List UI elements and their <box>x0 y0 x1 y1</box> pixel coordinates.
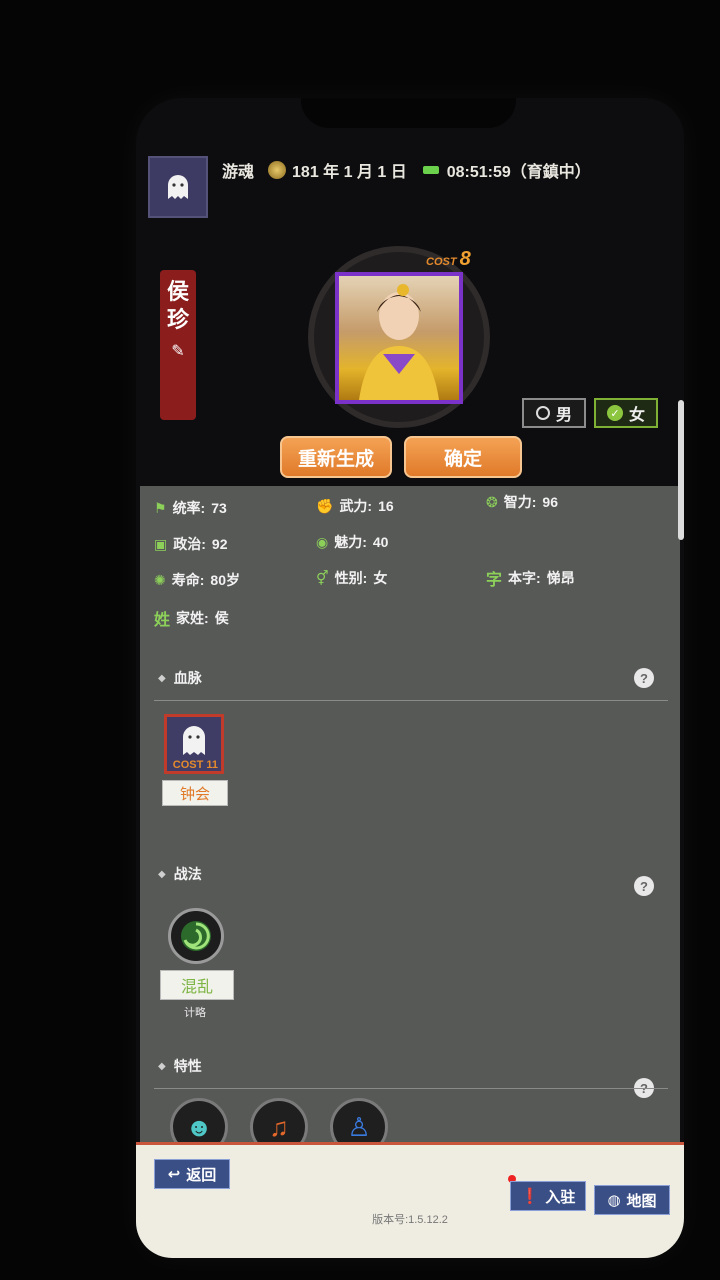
regenerate-button[interactable]: 重新生成 <box>280 436 392 478</box>
name-banner[interactable]: 侯 珍 ✎ <box>160 270 196 420</box>
stat-command: ⚑ 统率: 73 <box>154 499 227 517</box>
section-traits: ◆ 特性 <box>158 1058 202 1074</box>
back-arrow-icon: ↩ <box>167 1166 181 1183</box>
bottom-bar: ↩ 返回 ❗ 入驻 ◍ 地图 版本号:1.5.12.2 <box>136 1142 684 1258</box>
zi-glyph: 字 <box>486 572 503 589</box>
player-avatar[interactable] <box>148 156 208 218</box>
longevity-icon: ✺ <box>154 571 166 588</box>
gender-female-option[interactable]: ✓ 女 <box>594 398 658 428</box>
ghost-icon <box>168 175 188 199</box>
player-name: 游魂 <box>222 164 255 181</box>
map-icon: ◍ <box>607 1192 621 1209</box>
divider <box>154 700 668 701</box>
character-portrait <box>335 272 463 404</box>
confirm-button[interactable]: 确定 <box>404 436 522 478</box>
section-tactics: ◆ 战法 <box>158 866 202 882</box>
exclamation-icon: ❗ <box>520 1188 540 1205</box>
eye-icon: ◉ <box>316 533 329 550</box>
cost-badge: COST 8 <box>426 248 471 270</box>
bloodline-cost: COST 11 <box>172 759 218 771</box>
game-date: 181 年 1 月 1 日 <box>292 164 407 181</box>
diamond-icon: ◆ <box>158 672 166 684</box>
xing-glyph: 姓 <box>154 612 171 629</box>
bloodline-name-label[interactable]: 钟会 <box>162 780 228 806</box>
edit-pen-icon[interactable]: ✎ <box>171 338 184 366</box>
diamond-icon: ◆ <box>158 868 166 880</box>
name-char-2: 珍 <box>166 307 189 332</box>
stat-charm: ◉ 魅力: 40 <box>316 533 389 551</box>
tactic-type: 计略 <box>184 1007 206 1019</box>
notch <box>301 98 516 128</box>
bloodline-card[interactable]: COST 11 <box>164 714 224 774</box>
stat-family-name: 姓 家姓: 侯 <box>154 606 229 630</box>
tactic-name-label[interactable]: 混乱 <box>160 970 234 1000</box>
stat-intellect: ❂ 智力: 96 <box>486 493 558 511</box>
stat-lifespan: ✺ 寿命: 80岁 <box>154 571 240 589</box>
fist-icon: ✊ <box>316 497 334 514</box>
tactic-icon[interactable] <box>168 908 224 964</box>
document-icon: ▣ <box>154 535 168 552</box>
scrollbar[interactable] <box>678 400 684 540</box>
cost-value: 8 <box>459 248 471 270</box>
diamond-icon: ◆ <box>158 1060 166 1072</box>
radio-checked-icon: ✓ <box>606 405 623 421</box>
tactics-help-icon[interactable]: ? <box>634 876 654 896</box>
gender-male-option[interactable]: 男 <box>522 398 586 428</box>
game-time: 08:51:59（育鎮中） <box>446 164 591 181</box>
gender-icon: ⚥ <box>316 569 329 586</box>
phone-screen: 游魂 181 年 1 月 1 日 08:51:59（育鎮中） 侯 珍 ✎ COS… <box>136 98 684 1258</box>
stat-politics: ▣ 政治: 92 <box>154 535 228 553</box>
coin-icon <box>268 161 287 179</box>
attribute-panel: ⚑ 统率: 73 ✊ 武力: 16 ❂ 智力: 96 ▣ 政治: 92 ◉ 魅力: 40 … <box>140 486 680 1156</box>
bloodline-help-icon[interactable]: ? <box>634 668 654 688</box>
flag-icon: ⚑ <box>154 499 167 516</box>
brain-icon: ❂ <box>486 493 498 510</box>
stat-courtesy-name: 字 本字: 悌昂 <box>486 566 575 590</box>
divider <box>154 1088 668 1089</box>
swirl-icon <box>181 921 211 951</box>
character-figure <box>359 284 439 400</box>
back-button[interactable]: ↩ 返回 <box>154 1159 230 1189</box>
stat-force: ✊ 武力: 16 <box>316 497 394 515</box>
section-bloodline: ◆ 血脉 <box>158 670 202 686</box>
radio-unchecked-icon <box>535 406 550 420</box>
stat-gender: ⚥ 性别: 女 <box>316 569 388 587</box>
ghost-icon <box>183 726 205 755</box>
battery-icon <box>422 166 439 174</box>
version-label: 版本号:1.5.12.2 <box>372 1214 448 1226</box>
status-row: 游魂 181 年 1 月 1 日 08:51:59（育鎮中） <box>222 150 591 190</box>
name-char-1: 侯 <box>166 279 189 304</box>
settle-button[interactable]: ❗ 入驻 <box>510 1181 586 1211</box>
